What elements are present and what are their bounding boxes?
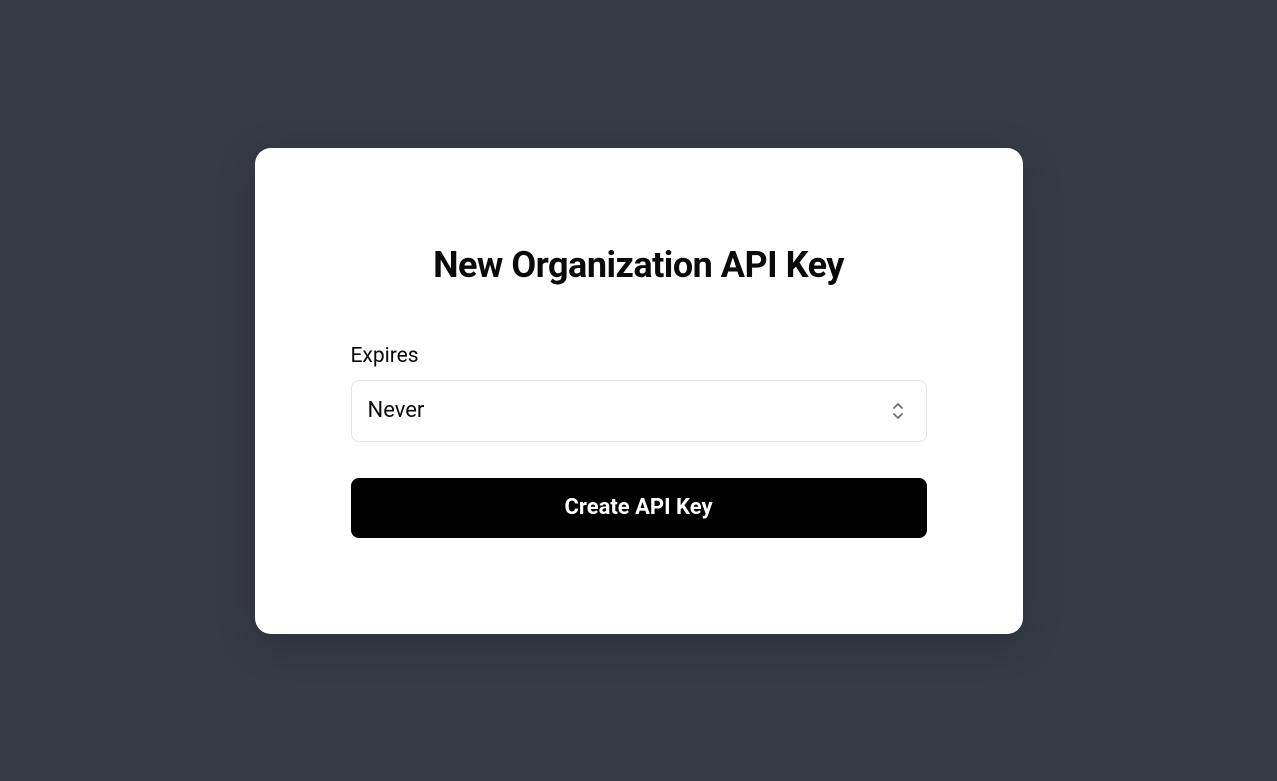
expires-label: Expires xyxy=(351,344,927,368)
create-api-key-button[interactable]: Create API Key xyxy=(351,478,927,538)
expires-select[interactable]: Never xyxy=(351,380,927,442)
new-api-key-modal: New Organization API Key Expires Never C… xyxy=(255,148,1023,634)
expires-field: Expires Never xyxy=(351,344,927,442)
expires-select-value: Never xyxy=(368,398,425,423)
expires-select-wrapper: Never xyxy=(351,380,927,442)
modal-title: New Organization API Key xyxy=(351,244,927,286)
